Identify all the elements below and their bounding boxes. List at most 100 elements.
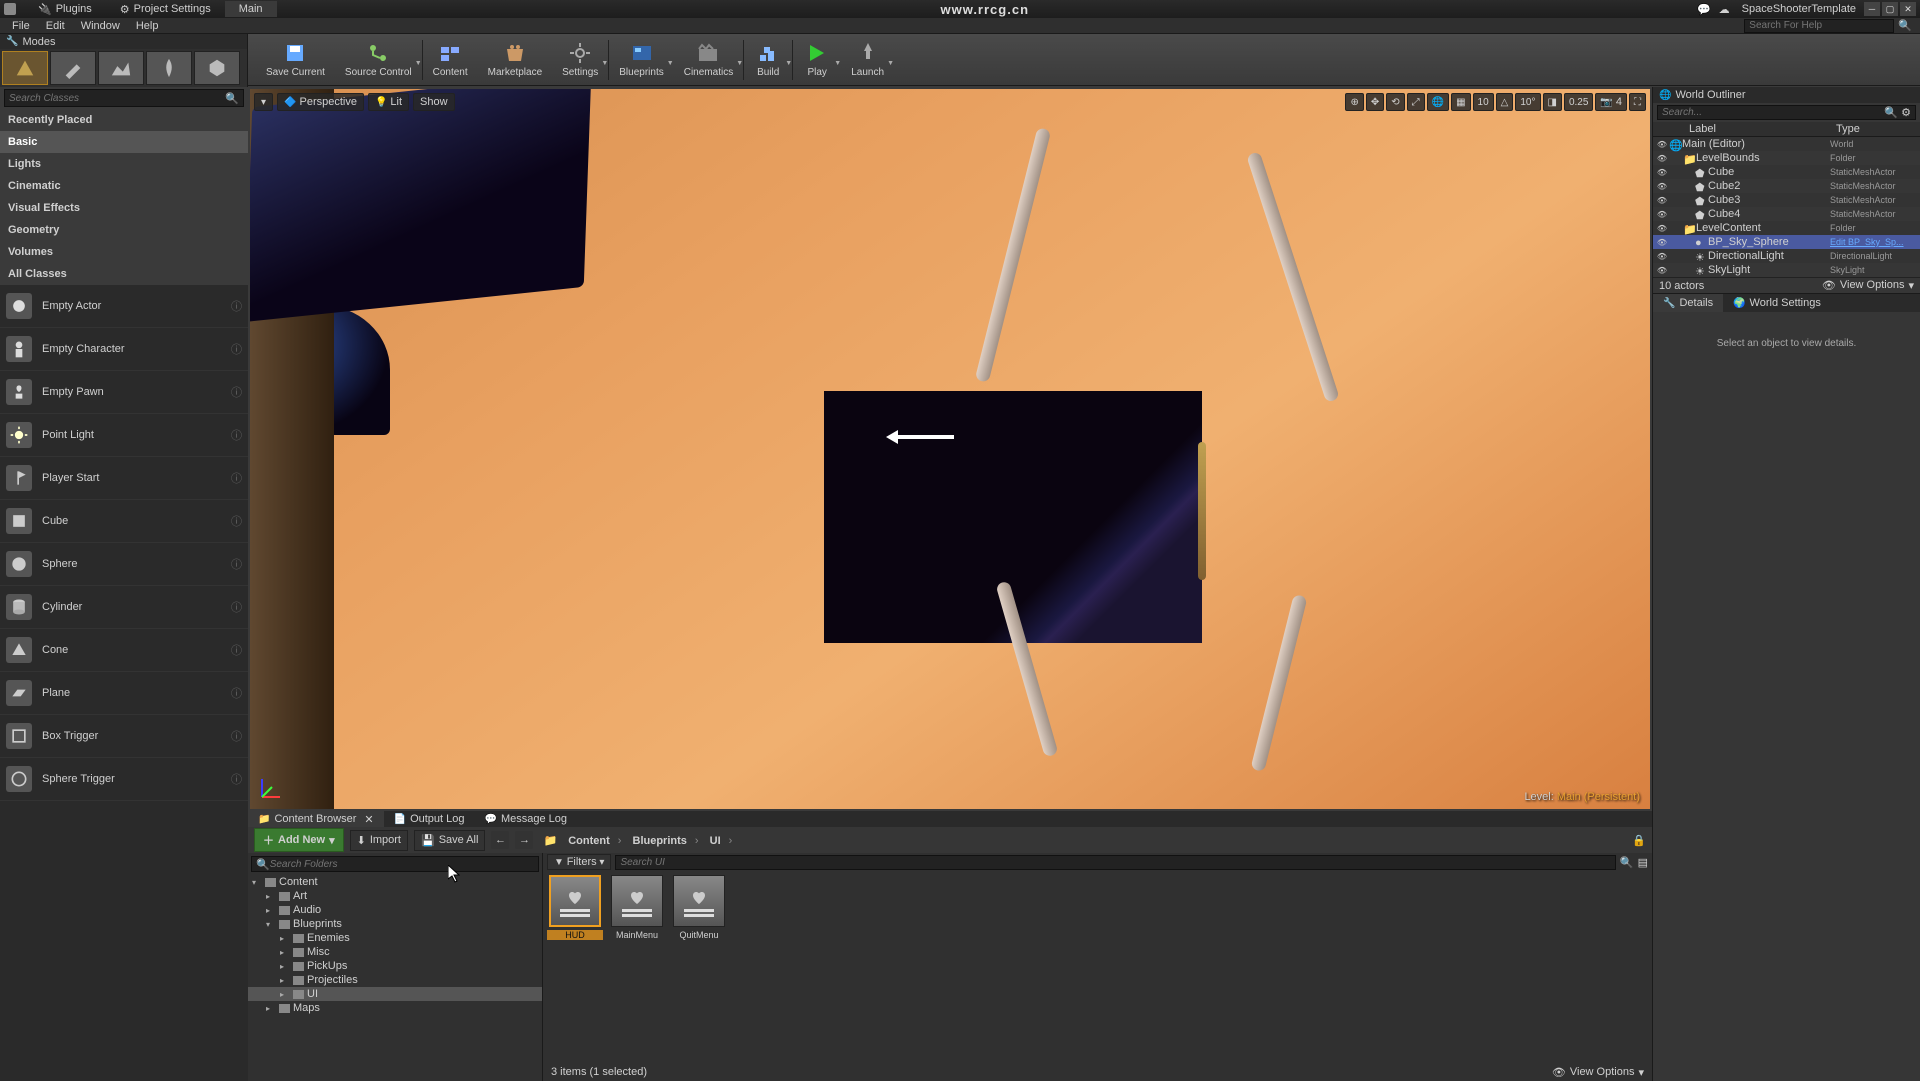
actor-cone[interactable]: Coneⓘ	[0, 629, 248, 672]
visibility-icon[interactable]	[1655, 182, 1669, 191]
category-lights[interactable]: Lights	[0, 153, 248, 175]
import-button[interactable]: ⬇ Import	[350, 830, 408, 851]
add-new-button[interactable]: ＋ Add New ▾	[254, 828, 344, 852]
help-icon[interactable]: ⓘ	[231, 298, 242, 314]
viewport-lit-dropdown[interactable]: 💡 Lit	[368, 93, 409, 111]
actor-plane[interactable]: Planeⓘ	[0, 672, 248, 715]
visibility-icon[interactable]	[1655, 154, 1669, 163]
toolbar-build[interactable]: Build▼	[744, 36, 792, 84]
mode-landscape-icon[interactable]	[98, 51, 144, 85]
toolbar-play[interactable]: Play▼	[793, 36, 841, 84]
tab-content-browser[interactable]: 📁 Content Browser ✕	[248, 811, 384, 828]
category-visual-effects[interactable]: Visual Effects	[0, 197, 248, 219]
toolbar-launch[interactable]: Launch▼	[841, 36, 894, 84]
visibility-icon[interactable]	[1655, 140, 1669, 149]
actor-sphere-trigger[interactable]: Sphere Triggerⓘ	[0, 758, 248, 801]
help-icon[interactable]: ⓘ	[231, 341, 242, 357]
toolbar-settings[interactable]: Settings▼	[552, 36, 608, 84]
menu-help[interactable]: Help	[128, 20, 167, 32]
mode-paint-icon[interactable]	[50, 51, 96, 85]
actor-empty-actor[interactable]: Empty Actorⓘ	[0, 285, 248, 328]
close-button[interactable]: ✕	[1900, 2, 1916, 16]
transform-rotate-icon[interactable]: ⟲	[1386, 93, 1404, 111]
outliner-row-levelcontent[interactable]: 📁LevelContentFolder	[1653, 221, 1920, 235]
tab-world-settings[interactable]: 🌍 World Settings	[1723, 294, 1831, 312]
tree-item-content[interactable]: ▾Content	[248, 875, 542, 889]
angle-snap-icon[interactable]: △	[1496, 93, 1514, 111]
tree-item-blueprints[interactable]: ▾Blueprints	[248, 917, 542, 931]
tab-output-log[interactable]: 📄 Output Log	[384, 811, 475, 827]
help-icon[interactable]: ⓘ	[231, 728, 242, 744]
grid-snap-value[interactable]: 10	[1473, 93, 1494, 111]
title-tab-plugins[interactable]: 🔌 Plugins	[24, 1, 106, 18]
actor-player-start[interactable]: Player Startⓘ	[0, 457, 248, 500]
visibility-icon[interactable]	[1655, 238, 1669, 247]
help-icon[interactable]: ⓘ	[231, 642, 242, 658]
tree-item-maps[interactable]: ▸Maps	[248, 1001, 542, 1015]
outliner-row-cube[interactable]: ⬟CubeStaticMeshActor	[1653, 165, 1920, 179]
breadcrumb[interactable]: 📁 Content› Blueprints› UI›	[539, 834, 736, 847]
toolbar-cinematics[interactable]: Cinematics▼	[674, 36, 743, 84]
category-volumes[interactable]: Volumes	[0, 241, 248, 263]
nav-back-button[interactable]: ←	[491, 831, 509, 849]
actor-empty-pawn[interactable]: Empty Pawnⓘ	[0, 371, 248, 414]
viewport-canvas[interactable]	[250, 89, 1650, 809]
visibility-icon[interactable]	[1655, 196, 1669, 205]
visibility-icon[interactable]	[1655, 168, 1669, 177]
surface-snap-icon[interactable]: ▦	[1451, 93, 1470, 111]
actor-empty-character[interactable]: Empty Characterⓘ	[0, 328, 248, 371]
asset-search-input[interactable]	[615, 855, 1615, 870]
actor-cube[interactable]: Cubeⓘ	[0, 500, 248, 543]
scale-snap-icon[interactable]: ◨	[1543, 93, 1562, 111]
help-search-input[interactable]	[1744, 19, 1894, 33]
save-all-button[interactable]: 💾 Save All	[414, 830, 485, 851]
category-basic[interactable]: Basic	[0, 131, 248, 153]
mode-foliage-icon[interactable]	[146, 51, 192, 85]
category-recently-placed[interactable]: Recently Placed	[0, 109, 248, 131]
outliner-row-directionallight[interactable]: ☀DirectionalLightDirectionalLight	[1653, 249, 1920, 263]
tree-item-audio[interactable]: ▸Audio	[248, 903, 542, 917]
actor-point-light[interactable]: Point Lightⓘ	[0, 414, 248, 457]
menu-window[interactable]: Window	[73, 20, 128, 32]
cloud-icon[interactable]: ☁	[1715, 3, 1734, 16]
actor-cylinder[interactable]: Cylinderⓘ	[0, 586, 248, 629]
tab-details[interactable]: 🔧 Details	[1653, 294, 1723, 312]
visibility-icon[interactable]	[1655, 210, 1669, 219]
outliner-row-cube4[interactable]: ⬟Cube4StaticMeshActor	[1653, 207, 1920, 221]
maximize-button[interactable]: ▢	[1882, 2, 1898, 16]
menu-edit[interactable]: Edit	[38, 20, 73, 32]
outliner-search-input[interactable]: 🔍 ⚙	[1657, 105, 1916, 120]
scale-snap-value[interactable]: 0.25	[1564, 93, 1593, 111]
help-icon[interactable]: ⓘ	[231, 556, 242, 572]
tree-item-enemies[interactable]: ▸Enemies	[248, 931, 542, 945]
transform-select-icon[interactable]: ⊕	[1345, 93, 1363, 111]
transform-translate-icon[interactable]: ✥	[1366, 93, 1384, 111]
tree-item-projectiles[interactable]: ▸Projectiles	[248, 973, 542, 987]
folder-search-input[interactable]: 🔍	[251, 856, 539, 872]
nav-forward-button[interactable]: →	[515, 831, 533, 849]
chat-icon[interactable]: 💬	[1693, 3, 1715, 16]
tree-item-pickups[interactable]: ▸PickUps	[248, 959, 542, 973]
category-all-classes[interactable]: All Classes	[0, 263, 248, 285]
tree-item-ui[interactable]: ▸UI	[248, 987, 542, 1001]
help-icon[interactable]: ⓘ	[231, 513, 242, 529]
collapse-sources-icon[interactable]: ▤	[1638, 856, 1648, 869]
transform-scale-icon[interactable]: ⤢	[1407, 93, 1425, 111]
toolbar-blueprints[interactable]: Blueprints▼	[609, 36, 673, 84]
menu-file[interactable]: File	[4, 20, 38, 32]
help-icon[interactable]: ⓘ	[231, 599, 242, 615]
title-tab-main[interactable]: Main	[225, 1, 277, 17]
toolbar-content[interactable]: Content	[423, 36, 478, 84]
help-icon[interactable]: ⓘ	[231, 427, 242, 443]
outliner-row-skylight[interactable]: ☀SkyLightSkyLight	[1653, 263, 1920, 277]
minimize-button[interactable]: ─	[1864, 2, 1880, 16]
visibility-icon[interactable]	[1655, 266, 1669, 275]
actor-sphere[interactable]: Sphereⓘ	[0, 543, 248, 586]
help-icon[interactable]: ⓘ	[231, 771, 242, 787]
actor-box-trigger[interactable]: Box Triggerⓘ	[0, 715, 248, 758]
viewport-maximize-icon[interactable]: ⛶	[1629, 93, 1646, 111]
help-icon[interactable]: ⓘ	[231, 384, 242, 400]
viewport-show-dropdown[interactable]: Show	[413, 93, 455, 111]
help-icon[interactable]: ⓘ	[231, 685, 242, 701]
visibility-icon[interactable]	[1655, 224, 1669, 233]
